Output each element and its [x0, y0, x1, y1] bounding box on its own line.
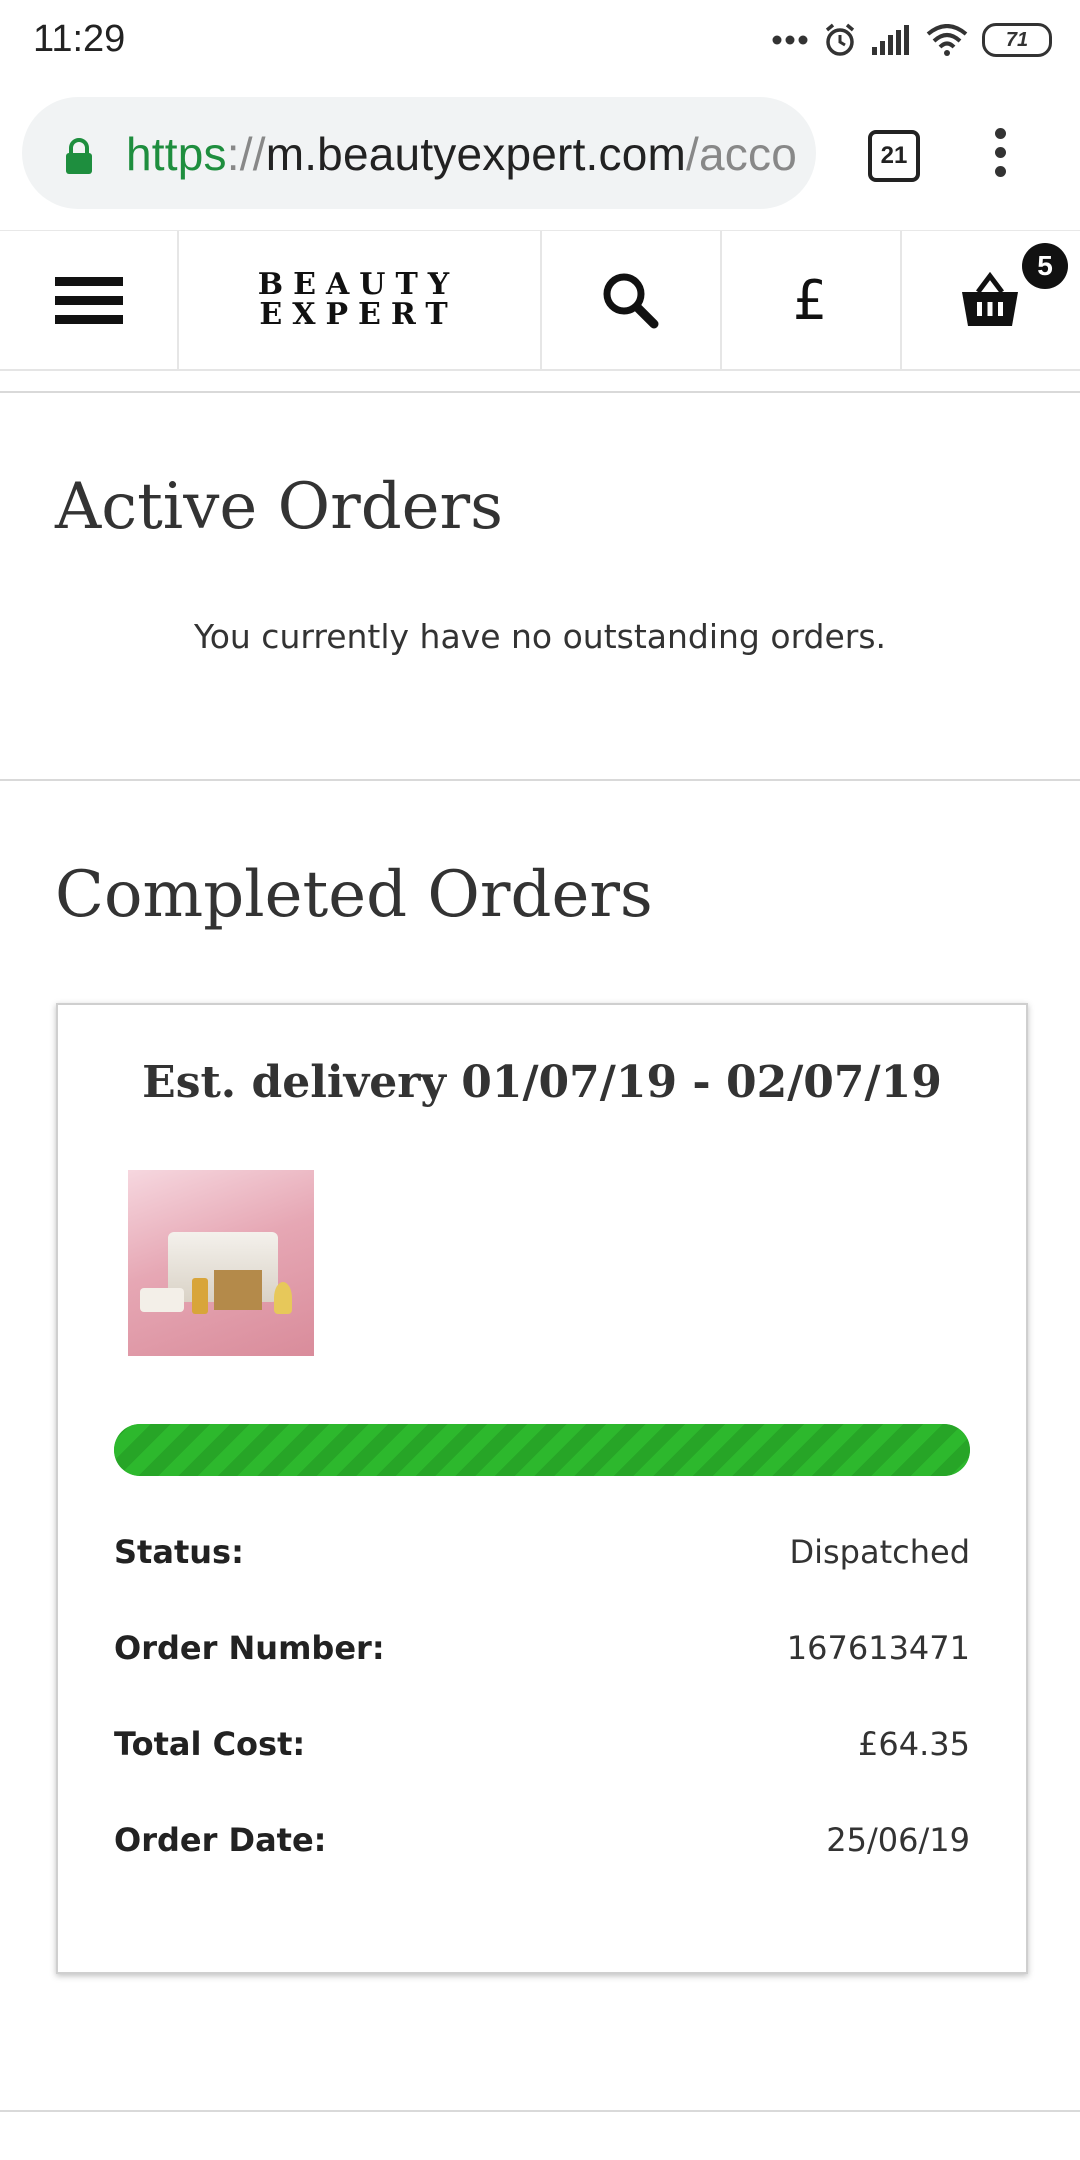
search-button[interactable]: [540, 231, 722, 369]
browser-menu-icon[interactable]: [990, 128, 1010, 184]
divider: [0, 779, 1080, 781]
status-value: Dispatched: [789, 1533, 970, 1571]
menu-icon[interactable]: [0, 231, 179, 369]
url-text[interactable]: https://m.beautyexpert.com/acco: [126, 127, 797, 181]
order-card[interactable]: Est. delivery 01/07/19 - 02/07/19 Status…: [56, 1003, 1028, 1974]
search-icon: [603, 273, 659, 329]
status-bar: 11:29 71: [0, 0, 1080, 80]
currency-symbol: £: [792, 268, 828, 332]
completed-orders-title: Completed Orders: [55, 858, 653, 932]
order-progress-bar: [114, 1424, 970, 1476]
order-date-value: 25/06/19: [826, 1821, 970, 1859]
address-bar[interactable]: https://m.beautyexpert.com/acco: [22, 97, 816, 209]
signal-icon: [872, 25, 909, 55]
logo-line-1: BEAUTY: [257, 267, 460, 302]
divider: [0, 391, 1080, 393]
total-cost-label: Total Cost:: [114, 1725, 306, 1763]
basket-icon: [962, 272, 1018, 326]
alarm-icon: [825, 23, 855, 56]
browser-toolbar: https://m.beautyexpert.com/acco 21: [0, 80, 1080, 230]
basket-button[interactable]: 5: [900, 231, 1080, 369]
order-date-row: Order Date: 25/06/19: [114, 1815, 970, 1865]
tab-switcher-button[interactable]: 21: [868, 130, 920, 182]
delivery-estimate: Est. delivery 01/07/19 - 02/07/19: [142, 1057, 942, 1108]
battery-icon: 71: [982, 23, 1052, 57]
site-logo[interactable]: BEAUTY EXPERT: [177, 231, 542, 369]
status-row: Status: Dispatched: [114, 1527, 970, 1577]
total-cost-value: £64.35: [858, 1725, 970, 1763]
order-number-value: 167613471: [786, 1629, 970, 1667]
more-notifications-icon: [772, 35, 808, 45]
status-icons: 71: [772, 18, 1052, 62]
order-date-label: Order Date:: [114, 1821, 327, 1859]
lock-icon: [66, 138, 92, 174]
currency-button[interactable]: £: [720, 231, 902, 369]
active-orders-title: Active Orders: [55, 470, 503, 544]
status-label: Status:: [114, 1533, 244, 1571]
logo-line-2: EXPERT: [259, 297, 458, 332]
order-number-label: Order Number:: [114, 1629, 385, 1667]
basket-count-badge: 5: [1022, 243, 1068, 289]
total-cost-row: Total Cost: £64.35: [114, 1719, 970, 1769]
wifi-icon: [926, 24, 968, 56]
order-progress-fill: [114, 1424, 970, 1476]
site-header: BEAUTY EXPERT £ 5: [0, 230, 1080, 371]
product-image[interactable]: [128, 1170, 314, 1356]
status-time: 11:29: [33, 18, 126, 60]
divider: [0, 2110, 1080, 2112]
no-orders-message: You currently have no outstanding orders…: [193, 617, 887, 656]
order-number-row: Order Number: 167613471: [114, 1623, 970, 1673]
